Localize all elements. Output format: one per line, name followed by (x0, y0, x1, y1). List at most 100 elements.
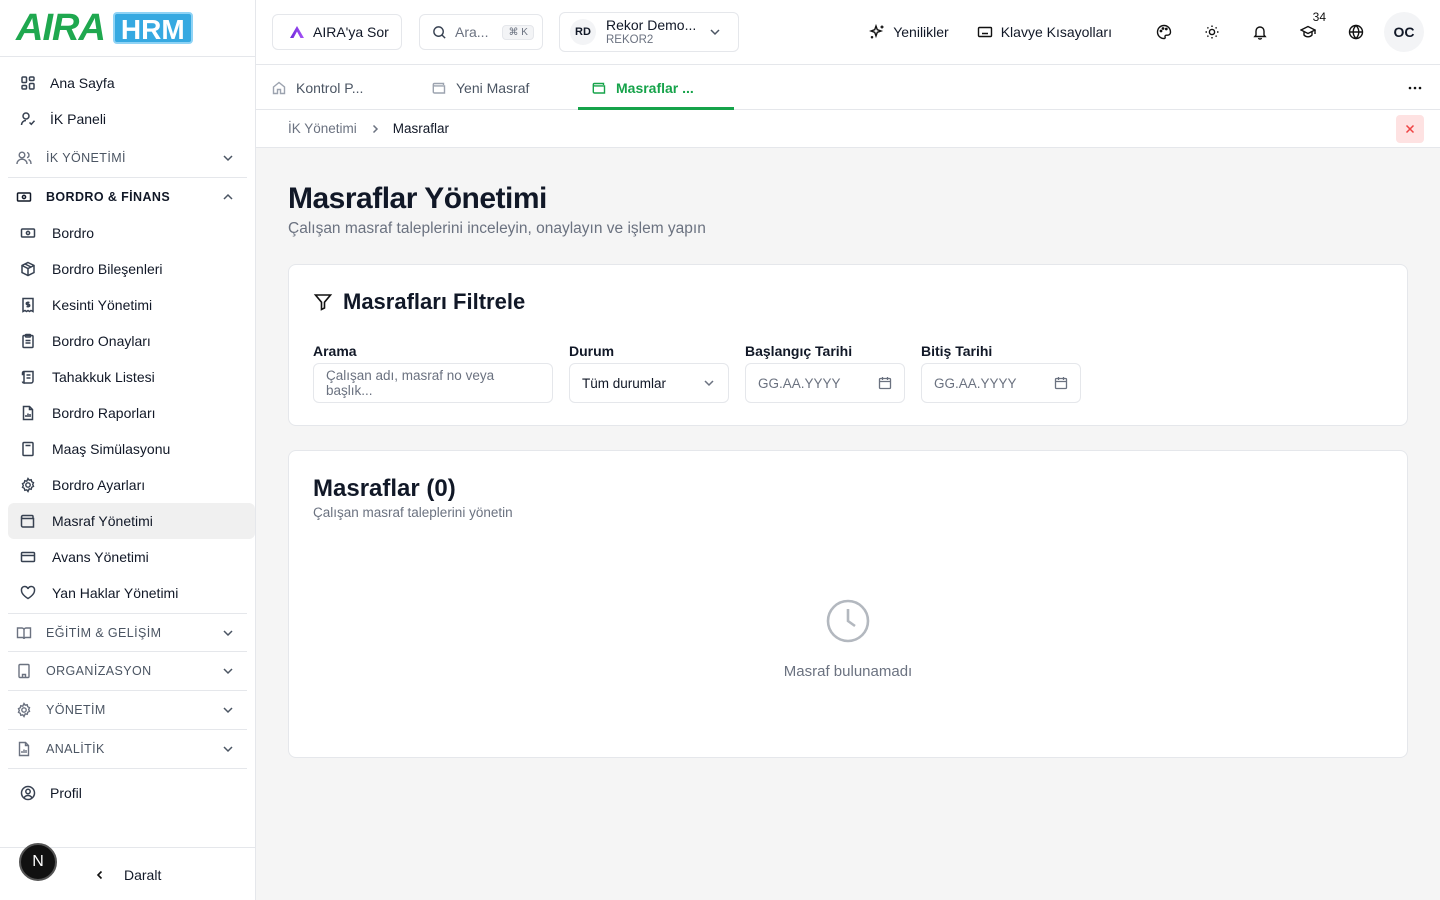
search-input[interactable]: Çalışan adı, masraf no veya başlık... (313, 363, 553, 403)
report-icon (16, 741, 32, 757)
theme-palette-button[interactable] (1140, 12, 1188, 52)
section-training[interactable]: EĞİTİM & GELİŞİM (8, 613, 247, 651)
gear-icon (16, 702, 32, 718)
building-icon (16, 663, 32, 679)
user-check-icon (20, 111, 36, 127)
sidebar-item-label: Bordro Onayları (52, 333, 151, 349)
aira-logo-icon (289, 25, 305, 39)
user-avatar[interactable]: OC (1384, 12, 1424, 52)
sidebar-item-advance-management[interactable]: Avans Yönetimi (8, 539, 255, 575)
sidebar-item-payroll-approvals[interactable]: Bordro Onayları (8, 323, 255, 359)
expenses-list-card: Masraflar (0) Çalışan masraf taleplerini… (288, 450, 1408, 758)
company-switcher[interactable]: RD Rekor Demo... REKOR2 (559, 12, 739, 52)
tab-expenses[interactable]: Masraflar ... (578, 65, 734, 110)
gear-icon (20, 477, 36, 493)
search-shortcut: ⌘ K (502, 24, 534, 40)
home-icon (272, 81, 286, 95)
sidebar-item-accrual-list[interactable]: Tahakkuk Listesi (8, 359, 255, 395)
start-date-placeholder: GG.AA.YYYY (758, 375, 841, 391)
section-payroll-finance[interactable]: BORDRO & FİNANS (8, 177, 247, 215)
bell-icon (1252, 24, 1268, 40)
sidebar-item-label: Bordro Raporları (52, 405, 156, 421)
filter-card: Masrafları Filtrele Arama Çalışan adı, m… (288, 264, 1408, 426)
status-field: Durum Tüm durumlar (569, 343, 729, 403)
sidebar-item-salary-simulation[interactable]: Maaş Simülasyonu (8, 431, 255, 467)
n-badge[interactable]: N (19, 843, 57, 881)
page-subtitle: Çalışan masraf taleplerini inceleyin, on… (288, 220, 706, 237)
sidebar-item-label: Tahakkuk Listesi (52, 369, 155, 385)
book-icon (16, 625, 32, 641)
end-date-field: Bitiş Tarihi GG.AA.YYYY (921, 343, 1081, 403)
theme-toggle-button[interactable] (1188, 12, 1236, 52)
language-button[interactable] (1332, 12, 1380, 52)
breadcrumb-parent[interactable]: İK Yönetimi (288, 121, 357, 136)
sidebar-item-deductions[interactable]: Kesinti Yönetimi (8, 287, 255, 323)
filter-title-text: Masrafları Filtrele (343, 289, 526, 314)
search-input-placeholder: Çalışan adı, masraf no veya başlık... (326, 368, 495, 398)
chevron-down-icon (708, 25, 722, 39)
calendar-icon[interactable] (878, 376, 892, 390)
sidebar-item-payroll[interactable]: Bordro (8, 215, 255, 251)
company-avatar: RD (570, 19, 596, 45)
status-select[interactable]: Tüm durumlar (569, 363, 729, 403)
payroll-finance-menu: Bordro Bordro Bileşenleri Kesinti Yöneti… (0, 215, 255, 611)
chevron-up-icon (221, 190, 235, 204)
section-hr-management[interactable]: İK YÖNETİMİ (8, 139, 247, 177)
keyboard-shortcuts-button[interactable]: Klavye Kısayolları (977, 24, 1112, 40)
notifications-button[interactable] (1236, 12, 1284, 52)
banknote-icon (20, 225, 36, 241)
start-date-input[interactable]: GG.AA.YYYY (745, 363, 905, 403)
section-administration[interactable]: YÖNETİM (8, 690, 247, 729)
tab-label: Masraflar ... (616, 79, 694, 96)
more-options-icon[interactable] (1406, 79, 1424, 97)
section-label: EĞİTİM & GELİŞİM (46, 625, 162, 640)
sidebar-item-profile[interactable]: Profil (8, 775, 247, 811)
sidebar-item-label: Ana Sayfa (50, 75, 115, 91)
start-date-field: Başlangıç Tarihi GG.AA.YYYY (745, 343, 905, 403)
sidebar-item-payroll-reports[interactable]: Bordro Raporları (8, 395, 255, 431)
clipboard-icon (20, 333, 36, 349)
sidebar-item-label: Maaş Simülasyonu (52, 441, 171, 457)
tab-new-expense[interactable]: Yeni Masraf (432, 65, 529, 110)
sidebar-item-expense-management[interactable]: Masraf Yönetimi (8, 503, 255, 539)
sidebar: AIRA HRM Ana Sayfa İK Paneli İK YÖNETİMİ (0, 0, 256, 900)
topbar: AIRA'ya Sor Ara... ⌘ K RD Rekor Demo... … (256, 0, 1440, 65)
topbar-actions: Yenilikler Klavye Kısayolları 34 OC (869, 10, 1424, 52)
tab-label: Yeni Masraf (456, 79, 530, 96)
calculator-icon (20, 441, 36, 457)
tab-dashboard[interactable]: Kontrol P... (272, 65, 363, 110)
search-button[interactable]: Ara... ⌘ K (419, 14, 543, 50)
sidebar-item-label: İK Paneli (50, 111, 107, 127)
sidebar-item-label: Yan Haklar Yönetimi (52, 585, 179, 601)
collapse-sidebar-button[interactable]: Daralt (94, 867, 161, 883)
training-button[interactable]: 34 (1284, 10, 1332, 52)
grid-icon (20, 75, 36, 91)
close-page-button[interactable] (1396, 115, 1424, 143)
logo[interactable]: AIRA HRM (0, 0, 255, 57)
empty-state: Masraf bulunamadı (289, 597, 1407, 680)
graduation-cap-icon (1300, 24, 1316, 40)
company-name: Rekor Demo... (606, 17, 697, 33)
ask-aira-button[interactable]: AIRA'ya Sor (272, 14, 402, 50)
section-organization[interactable]: ORGANİZASYON (8, 651, 247, 690)
sidebar-item-payroll-components[interactable]: Bordro Bileşenleri (8, 251, 255, 287)
scroll-icon (20, 369, 36, 385)
whats-new-button[interactable]: Yenilikler (869, 24, 949, 40)
sidebar-item-label: Avans Yönetimi (52, 549, 149, 565)
search-field: Arama Çalışan adı, masraf no veya başlık… (313, 343, 553, 403)
tab-label: Kontrol P... (296, 79, 364, 96)
status-select-value: Tüm durumlar (582, 375, 667, 391)
sidebar-item-benefits-management[interactable]: Yan Haklar Yönetimi (8, 575, 255, 611)
end-date-input[interactable]: GG.AA.YYYY (921, 363, 1081, 403)
sidebar-item-hr-panel[interactable]: İK Paneli (8, 101, 247, 137)
collapse-label: Daralt (124, 867, 162, 883)
close-icon (1404, 123, 1416, 135)
calendar-icon[interactable] (1054, 376, 1068, 390)
section-analytics[interactable]: ANALİTİK (8, 729, 247, 768)
wallet-icon (592, 81, 606, 95)
sidebar-item-label: Profil (50, 785, 82, 801)
sidebar-item-payroll-settings[interactable]: Bordro Ayarları (8, 467, 255, 503)
heart-icon (20, 585, 36, 601)
whats-new-label: Yenilikler (893, 24, 949, 40)
sidebar-item-home[interactable]: Ana Sayfa (8, 65, 247, 101)
